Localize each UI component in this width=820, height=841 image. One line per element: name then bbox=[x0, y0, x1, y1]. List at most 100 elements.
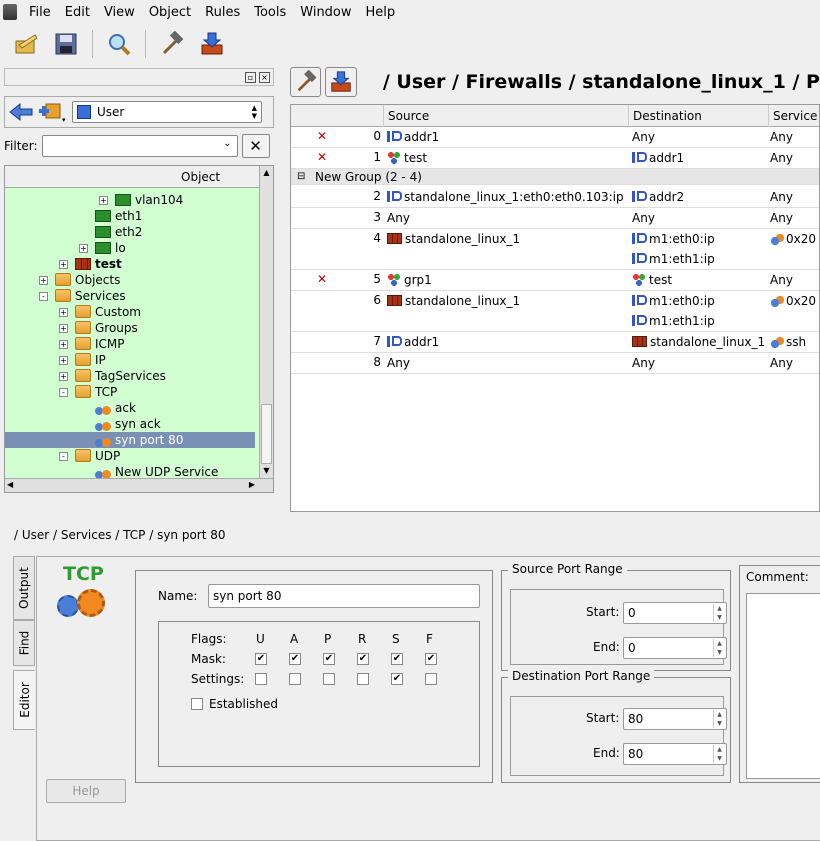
comment-textarea[interactable] bbox=[746, 593, 820, 779]
service-cell[interactable]: 0x20 bbox=[770, 291, 819, 311]
collapse-icon[interactable]: ⊟ bbox=[297, 169, 305, 185]
compile-button[interactable] bbox=[156, 28, 188, 60]
spin-arrows-icon[interactable]: ▲ ▼ bbox=[713, 604, 725, 622]
rule-row[interactable]: ✕ 1 test addr1 Any bbox=[291, 148, 819, 169]
tree-item-test[interactable]: + test bbox=[5, 256, 255, 272]
source-cell[interactable]: standalone_linux_1 bbox=[387, 229, 627, 249]
tree-item-tagservices[interactable]: + TagServices bbox=[5, 368, 255, 384]
settings-a-checkbox[interactable] bbox=[289, 673, 301, 685]
service-cell[interactable]: ssh bbox=[770, 332, 819, 352]
mask-f-checkbox[interactable]: ✔ bbox=[425, 653, 437, 665]
mask-r-checkbox[interactable]: ✔ bbox=[357, 653, 369, 665]
expand-icon[interactable]: + bbox=[59, 340, 68, 349]
scroll-right-icon[interactable]: ▶ bbox=[249, 480, 255, 489]
col-source[interactable]: Source bbox=[383, 105, 628, 127]
service-cell[interactable]: Any bbox=[770, 353, 819, 373]
mask-a-checkbox[interactable]: ✔ bbox=[289, 653, 301, 665]
tree-item-groups[interactable]: + Groups bbox=[5, 320, 255, 336]
service-cell[interactable]: Any bbox=[770, 127, 819, 147]
destination-cell[interactable]: Any bbox=[632, 127, 767, 147]
tree-item-services[interactable]: - Services bbox=[5, 288, 255, 304]
rule-row[interactable]: ✕ 5 grp1 test Any bbox=[291, 270, 819, 291]
source-cell[interactable]: Any bbox=[387, 353, 627, 373]
tree-vertical-scrollbar[interactable]: ▲ ▼ bbox=[259, 166, 273, 492]
mask-p-checkbox[interactable]: ✔ bbox=[323, 653, 335, 665]
compile-firewall-button[interactable] bbox=[290, 67, 322, 97]
help-button[interactable]: Help bbox=[46, 779, 126, 803]
menu-help[interactable]: Help bbox=[359, 5, 403, 20]
save-button[interactable] bbox=[50, 28, 82, 60]
col-service[interactable]: Service bbox=[768, 105, 819, 127]
menu-rules[interactable]: Rules bbox=[198, 5, 247, 20]
expand-icon[interactable]: + bbox=[79, 244, 88, 253]
expand-icon[interactable]: + bbox=[99, 196, 108, 205]
float-icon[interactable]: ▫ bbox=[245, 71, 256, 83]
expand-icon[interactable]: + bbox=[59, 308, 68, 317]
menu-tools[interactable]: Tools bbox=[247, 5, 293, 20]
source-cell[interactable]: grp1 bbox=[387, 270, 627, 290]
rule-row[interactable]: 7 addr1 standalone_linux_1 ssh bbox=[291, 332, 819, 353]
tree-item-syn-ack[interactable]: syn ack bbox=[5, 416, 255, 432]
service-cell[interactable]: 0x20 bbox=[770, 229, 819, 249]
source-cell[interactable]: standalone_linux_1 bbox=[387, 291, 627, 311]
settings-u-checkbox[interactable] bbox=[255, 673, 267, 685]
source-end-spinbox[interactable]: 0 ▲ ▼ bbox=[623, 637, 727, 659]
col-destination[interactable]: Destination bbox=[628, 105, 768, 127]
tree-item-eth2[interactable]: eth2 bbox=[5, 224, 255, 240]
scroll-up-icon[interactable]: ▲ bbox=[260, 166, 273, 180]
tree-item-objects[interactable]: + Objects bbox=[5, 272, 255, 288]
tree-item-udp[interactable]: - UDP bbox=[5, 448, 255, 464]
settings-p-checkbox[interactable] bbox=[323, 673, 335, 685]
tree-item-syn-port-80[interactable]: syn port 80 bbox=[5, 432, 255, 448]
library-select[interactable]: User ▲ ▼ bbox=[72, 101, 262, 123]
source-start-spinbox[interactable]: 0 ▲ ▼ bbox=[623, 602, 727, 624]
tab-find[interactable]: Find bbox=[13, 620, 35, 666]
menu-view[interactable]: View bbox=[97, 5, 142, 20]
tree-item-tcp[interactable]: - TCP bbox=[5, 384, 255, 400]
spin-arrows-icon[interactable]: ▲ ▼ bbox=[713, 710, 725, 728]
scroll-thumb[interactable] bbox=[261, 404, 272, 464]
rule-row[interactable]: 8 Any Any Any bbox=[291, 353, 819, 374]
destination-cell[interactable]: m1:eth1:ip bbox=[632, 311, 767, 331]
tab-editor[interactable]: Editor bbox=[13, 670, 35, 730]
destination-start-spinbox[interactable]: 80 ▲ ▼ bbox=[623, 708, 727, 730]
tree-horizontal-scrollbar[interactable]: ◀ ▶ bbox=[5, 478, 273, 492]
find-button[interactable] bbox=[103, 28, 135, 60]
rule-row[interactable]: 3 Any Any Any bbox=[291, 208, 819, 229]
open-button[interactable] bbox=[10, 28, 42, 60]
back-arrow-icon[interactable] bbox=[8, 102, 34, 122]
chevron-down-icon[interactable]: ⌄ bbox=[223, 138, 231, 149]
destination-cell[interactable]: m1:eth0:ip bbox=[632, 229, 767, 249]
tree-item-vlan104[interactable]: + vlan104 bbox=[5, 192, 255, 208]
menu-file[interactable]: File bbox=[22, 5, 58, 20]
tree-item-ip[interactable]: + IP bbox=[5, 352, 255, 368]
tree-item-custom[interactable]: + Custom bbox=[5, 304, 255, 320]
close-icon[interactable]: × bbox=[259, 71, 270, 83]
new-object-icon[interactable]: ▾ bbox=[38, 100, 68, 124]
service-cell[interactable]: Any bbox=[770, 208, 819, 228]
destination-cell[interactable]: addr1 bbox=[632, 148, 767, 168]
destination-cell[interactable]: addr2 bbox=[632, 187, 767, 207]
menu-edit[interactable]: Edit bbox=[58, 5, 97, 20]
mask-u-checkbox[interactable]: ✔ bbox=[255, 653, 267, 665]
established-checkbox[interactable] bbox=[191, 698, 203, 710]
scroll-left-icon[interactable]: ◀ bbox=[7, 480, 13, 489]
expand-icon[interactable]: + bbox=[59, 356, 68, 365]
service-cell[interactable]: Any bbox=[770, 148, 819, 168]
destination-cell[interactable]: m1:eth0:ip bbox=[632, 291, 767, 311]
destination-cell[interactable]: Any bbox=[632, 353, 767, 373]
collapse-icon[interactable]: - bbox=[59, 452, 68, 461]
rule-row[interactable]: 4 standalone_linux_1 m1:eth0:ip m1:eth1:ip 0… bbox=[291, 229, 819, 270]
source-cell[interactable]: Any bbox=[387, 208, 627, 228]
expand-icon[interactable]: + bbox=[39, 276, 48, 285]
clear-filter-button[interactable]: ✕ bbox=[241, 134, 270, 158]
settings-s-checkbox[interactable]: ✔ bbox=[391, 673, 403, 685]
settings-r-checkbox[interactable] bbox=[357, 673, 369, 685]
expand-icon[interactable]: + bbox=[59, 260, 68, 269]
source-cell[interactable]: test bbox=[387, 148, 627, 168]
destination-cell[interactable]: test bbox=[632, 270, 767, 290]
spin-arrows-icon[interactable]: ▲ ▼ bbox=[713, 745, 725, 763]
tree-item-lo[interactable]: + lo bbox=[5, 240, 255, 256]
rule-row[interactable]: ✕ 0 addr1 Any Any bbox=[291, 127, 819, 148]
tree-item-ack[interactable]: ack bbox=[5, 400, 255, 416]
